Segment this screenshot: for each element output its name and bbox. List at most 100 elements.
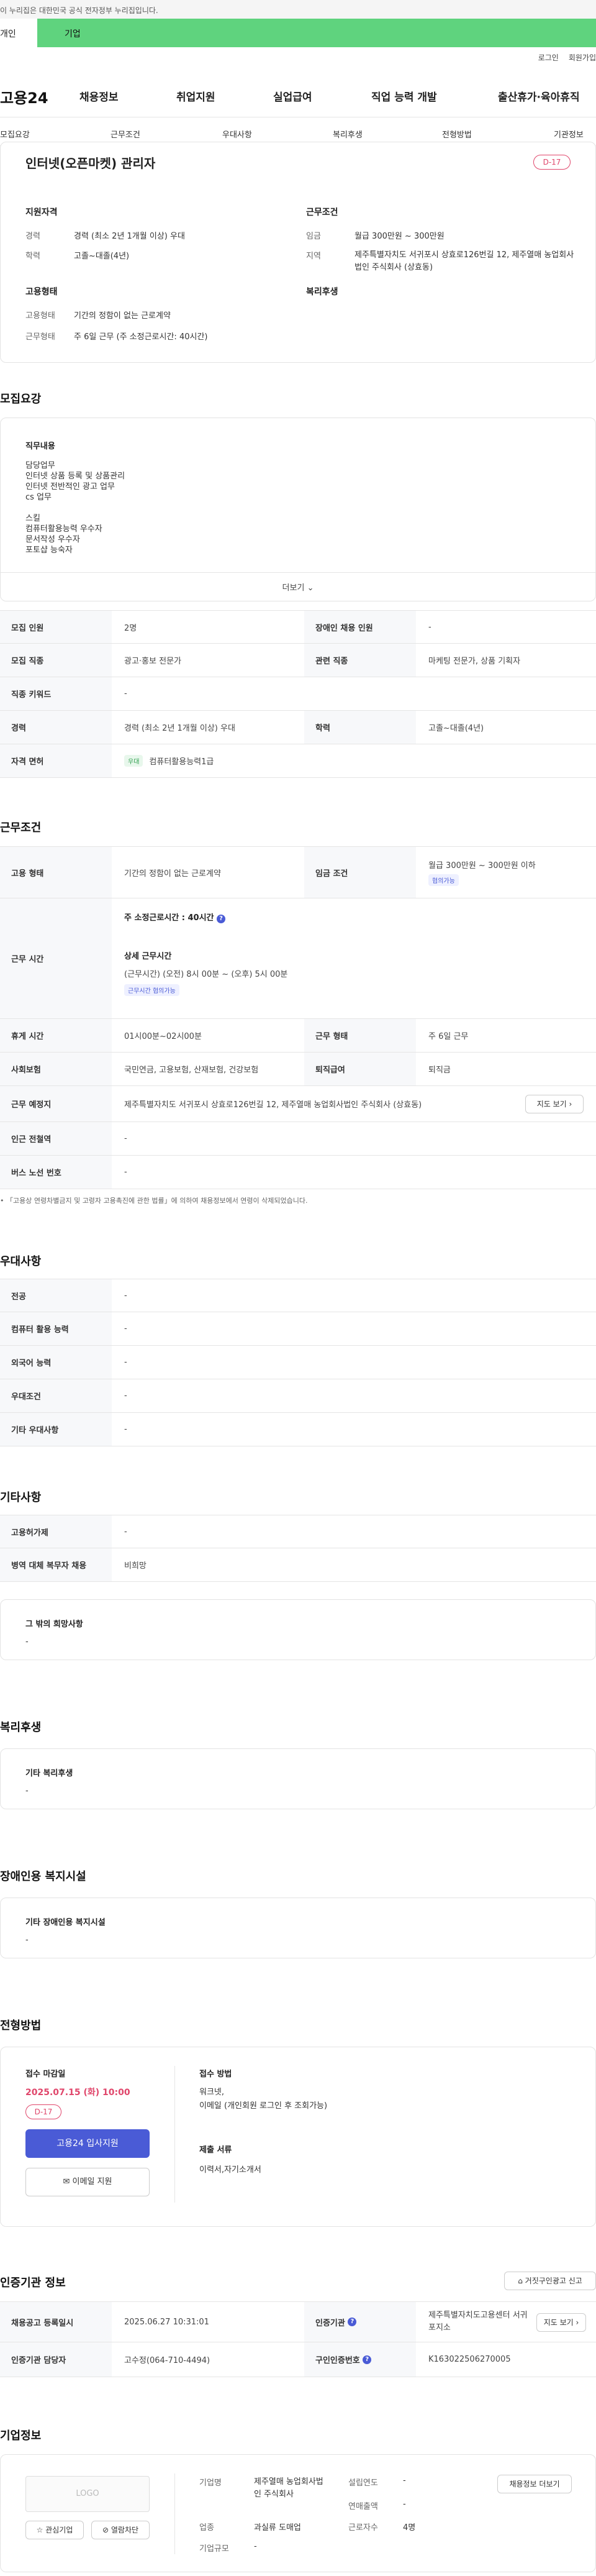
block-button-label: 열람차단 [111,2526,139,2534]
company-heading: 기업정보 [0,2429,42,2442]
pref-value: - [124,1425,127,1434]
related-value: 마케팅 전문가, 상품 기획자 [428,657,521,666]
info-icon[interactable]: ? [217,915,226,923]
table-row: 고용 형태 기간의 정함이 없는 근로계약 임금 조건 월급 300만원 ~ 3… [0,846,596,898]
login-link[interactable]: 로그인 [538,53,559,62]
condition-title: 근무조건 [306,208,338,217]
gnb-item-support[interactable]: 취업지원 [176,88,215,104]
keyword-label: 직종 키워드 [0,677,112,710]
subnav-conditions[interactable]: 근무조건 [111,128,140,140]
severance-value: 퇴직금 [428,1066,451,1075]
favorite-company-button[interactable]: ☆ 관심기업 [25,2521,84,2539]
table-row: 전공 - [0,1279,596,1312]
cwage-value: 월급 300만원 ~ 300만원 이하 협의가능 [416,847,536,898]
deadline-value: 2025.07.15 (화) 10:00 [25,2088,130,2098]
site-logo[interactable]: 고용24 [0,86,48,107]
table-row: 근무 시간 주 소정근로시간 : 40시간 ? 상세 근무시간 (근무시간) (… [0,898,596,1019]
subnav-recruit[interactable]: 모집요강 [0,128,30,140]
reg-label: 채용공고 등록일시 [0,2302,112,2342]
pref-label: 기타 우대사항 [0,1413,112,1446]
industry-value: 과실류 도매업 [254,2523,301,2533]
more-button[interactable]: 더보기 ⌄ [1,581,595,593]
subnav-welfare[interactable]: 복리후생 [333,128,363,140]
subnav-agency[interactable]: 기관정보 [554,128,584,140]
insurance-label: 사회보험 [0,1053,112,1085]
info-icon[interactable]: ? [348,2318,357,2326]
license-value: 우대 컴퓨터활용능력1급 [112,744,214,777]
preference-heading: 우대사항 [0,1255,42,1268]
age-note-text: 「고용상 연령차별금지 및 고령자 고용촉진에 관한 법률」에 의하여 채용정보… [6,1197,308,1205]
pref-value: - [124,1324,127,1333]
chevron-down-icon: ⌄ [307,583,314,593]
subnav-preference[interactable]: 우대사항 [222,128,252,140]
divider [174,2473,175,2554]
age-note: • 「고용상 연령차별금지 및 고령자 고용촉진에 관한 법률」에 의하여 채용… [0,1197,308,1205]
docs-label: 제출 서류 [199,2145,232,2155]
table-row: 인증기관 담당자 고수정(064-710-4494) 구인인증번호 ? K163… [0,2342,596,2377]
agency-map-button[interactable]: 지도 보기 › [536,2313,586,2332]
org-label-text: 인증기관 [315,2318,345,2328]
pref-label: 외국어 능력 [0,1346,112,1379]
email-button-label: 이메일 지원 [72,2177,112,2186]
report-button[interactable]: ⌂ 거짓구인광고 신고 [504,2272,596,2290]
info-icon[interactable]: ? [363,2355,372,2364]
block-company-button[interactable]: ⊘ 열람차단 [91,2521,150,2539]
disabled-heading: 장애인용 복지시설 [0,1870,86,1883]
disabled-box: 기타 장애인용 복지시설 - [0,1898,596,1958]
apply-button[interactable]: 고용24 입사지원 [25,2129,150,2158]
edu-value: 고졸~대졸(4년) [74,252,130,261]
sales-label: 연매출액 [348,2502,378,2511]
duty-line: 컴퓨터활용능력 우수자 [25,524,102,534]
duty-line: 담당업무 [25,461,55,470]
area-label: 지역 [306,252,321,261]
email-apply-button[interactable]: ✉ 이메일 지원 [25,2168,150,2196]
process-card: 접수 마감일 2025.07.15 (화) 10:00 D-17 고용24 입사… [0,2047,596,2227]
tab-personal[interactable]: 개인 [0,19,37,47]
career-label: 경력 [25,232,40,241]
duty-line: 포토샵 능숙자 [25,546,73,555]
map-button[interactable]: 지도 보기 › [525,1095,584,1113]
duty-title: 직무내용 [25,442,55,451]
duty-lines: 담당업무 인터넷 상품 등록 및 상품관리 인터넷 전반적인 광고 업무 cs … [25,460,125,555]
hours-tag: 근무시간 협의가능 [124,984,179,996]
disabled-box-value: - [25,1935,29,1945]
pref-label: 전공 [0,1279,112,1312]
home-icon: ⌂ [518,2277,523,2285]
subnav-process[interactable]: 전형방법 [442,128,472,140]
qualification-title: 지원자격 [25,208,58,217]
cemp-label: 고용 형태 [0,847,112,898]
global-nav: 고용24 채용정보 취업지원 실업급여 직업 능력 개발 출산휴가·육아휴직 [0,81,596,112]
process-heading: 전형방법 [0,2019,42,2032]
etc-label: 병역 대체 복무자 채용 [0,1548,112,1581]
license-label: 자격 면허 [0,744,112,777]
welfare-box-title: 기타 복리후생 [25,1769,73,1778]
tab-corporate[interactable]: 기업 [65,27,81,40]
table-row: 자격 면허 우대 컴퓨터활용능력1급 [0,744,596,778]
sales-value: - [403,2500,406,2509]
gnb-item-training[interactable]: 직업 능력 개발 [371,88,437,104]
headcount-value: 2명 [124,623,137,633]
gnb-item-unemployment[interactable]: 실업급여 [273,88,312,104]
table-row: 휴게 시간 01시00분~02시00분 근무 형태 주 6일 근무 [0,1019,596,1053]
severance-label: 퇴직급여 [304,1053,416,1085]
org-value: 제주특별자치도고용센터 서귀포지소 [428,2311,528,2332]
signup-link[interactable]: 회원가입 [569,53,596,62]
reg-value: 2025.06.27 10:31:01 [124,2317,209,2327]
dday-badge: D-17 [533,155,571,170]
duty-card: 직무내용 담당업무 인터넷 상품 등록 및 상품관리 인터넷 전반적인 광고 업… [0,418,596,601]
fav-button-label: 관심기업 [45,2526,73,2534]
gnb-item-leave[interactable]: 출산휴가·육아휴직 [498,88,580,104]
wage-text: 월급 300만원 ~ 300만원 이하 [428,861,536,870]
keyword-value: - [124,689,127,698]
duty-line: 인터넷 전반적인 광고 업무 [25,482,115,491]
edu-label: 학력 [25,252,40,261]
pref-label: 우대조건 [0,1379,112,1412]
employees-label: 근로자수 [348,2523,378,2533]
job-title: 인터넷(오픈마켓) 관리자 [25,156,156,171]
gnb-item-jobs[interactable]: 채용정보 [79,88,119,104]
company-jobs-button[interactable]: 채용정보 더보기 [497,2475,572,2493]
manager-label: 인증기관 담당자 [0,2342,112,2377]
employment-title: 고용형태 [25,287,58,297]
divider [1,572,595,573]
table-row: 외국어 능력 - [0,1346,596,1379]
